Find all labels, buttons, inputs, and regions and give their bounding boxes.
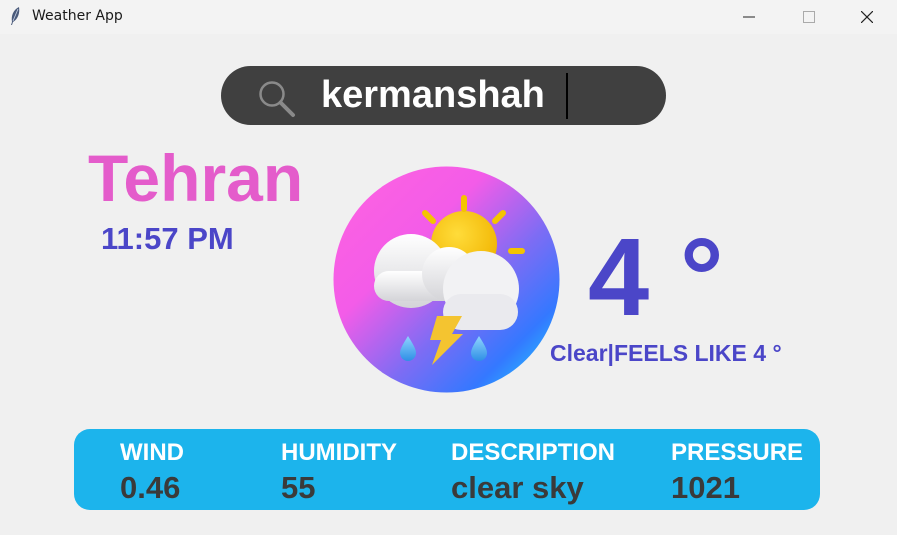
description-label: DESCRIPTION: [451, 439, 616, 466]
thunderstorm-cloud-sun-icon: [333, 166, 560, 393]
minimize-icon: [743, 16, 755, 18]
window-title: Weather App: [32, 8, 123, 24]
feels-like-text: Clear|FEELS LIKE 4 °: [550, 340, 782, 366]
weather-details-bar: WIND 0.46 HUMIDITY 55 DESCRIPTION clear …: [74, 429, 820, 510]
wind-label: WIND: [120, 439, 184, 466]
feather-icon: [11, 7, 20, 25]
city-search-input[interactable]: [321, 72, 641, 118]
close-icon: [861, 11, 873, 23]
title-bar: Weather App: [0, 0, 897, 34]
pressure-label: PRESSURE: [671, 439, 804, 466]
search-icon[interactable]: [257, 79, 297, 119]
wind-value: 0.46: [120, 470, 181, 505]
maximize-button[interactable]: [786, 0, 832, 34]
pressure-value: 1021: [671, 470, 740, 505]
search-bar: [221, 66, 666, 125]
temperature-value: 4 °: [588, 216, 724, 339]
text-caret: [566, 73, 568, 119]
local-time: 11:57 PM: [101, 221, 234, 256]
humidity-value: 55: [281, 470, 316, 505]
maximize-icon: [803, 11, 815, 23]
minimize-button[interactable]: [726, 0, 772, 34]
close-button[interactable]: [844, 0, 890, 34]
description-value: clear sky: [451, 470, 584, 505]
city-name: Tehran: [88, 141, 304, 215]
humidity-label: HUMIDITY: [281, 439, 397, 466]
